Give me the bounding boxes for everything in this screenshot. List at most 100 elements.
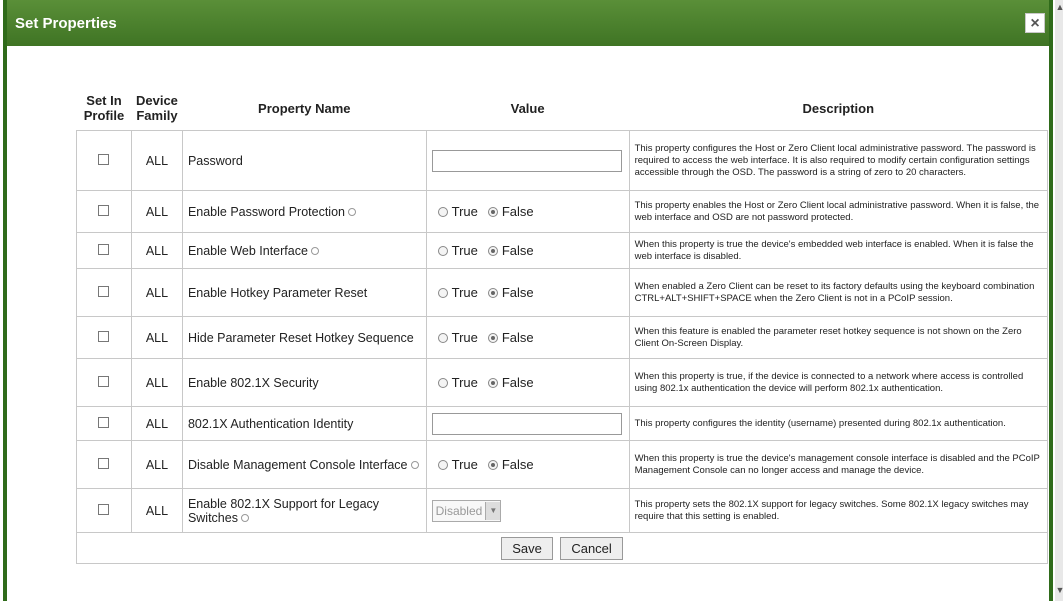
description-cell: This property configures the Host or Zer…: [628, 130, 1049, 191]
set-properties-dialog: Set Properties × Set In Profile Device Fam…: [3, 0, 1063, 601]
table-row: ALL Enable Password Protection True False Th…: [76, 190, 1049, 233]
table-row: ALL Enable Hotkey Parameter Reset True Fals…: [76, 268, 1049, 317]
property-name: Enable Hotkey Parameter Reset: [187, 285, 368, 300]
value-text-input[interactable]: [431, 412, 622, 435]
false-label: False: [501, 204, 534, 219]
dialog-titlebar: Set Properties ×: [7, 0, 1049, 46]
false-label: False: [501, 243, 534, 258]
header-property-name: Property Name: [258, 100, 351, 116]
device-family-cell: ALL: [130, 232, 183, 269]
close-icon[interactable]: ×: [1025, 13, 1045, 33]
true-false-radio-group: True False: [432, 457, 624, 472]
description-cell: When this property is true the device's …: [628, 232, 1049, 269]
description-cell: This property configures the identity (u…: [628, 406, 1049, 441]
description-cell: When this property is true, if the devic…: [628, 358, 1049, 407]
info-icon[interactable]: [410, 461, 419, 470]
set-in-profile-checkbox[interactable]: [98, 503, 110, 515]
true-radio[interactable]: [437, 377, 448, 388]
property-name-cell: Enable 802.1X Support for Legacy Switche…: [181, 488, 427, 533]
set-in-profile-checkbox[interactable]: [98, 243, 110, 255]
chevron-down-icon[interactable]: ▼: [485, 501, 501, 520]
value-cell: True False: [425, 358, 630, 407]
info-icon[interactable]: [347, 208, 356, 217]
set-in-profile-checkbox[interactable]: [98, 153, 110, 165]
device-family-cell: ALL: [130, 488, 183, 533]
value-cell: True False: [425, 232, 630, 269]
set-in-profile-cell: [76, 316, 132, 359]
property-name-cell: Enable 802.1X Security: [181, 358, 427, 407]
true-label: True: [451, 330, 478, 345]
false-radio[interactable]: [487, 287, 498, 298]
set-in-profile-cell: [76, 268, 132, 317]
true-label: True: [451, 243, 478, 258]
device-family-cell: ALL: [130, 130, 183, 191]
value-cell: [425, 406, 630, 441]
property-name: Enable Password Protection: [187, 204, 345, 219]
info-icon[interactable]: [240, 514, 249, 523]
set-in-profile-cell: [76, 232, 132, 269]
property-name-cell: Enable Password Protection: [181, 190, 427, 233]
footer-cell: Save Cancel: [76, 532, 1048, 564]
set-in-profile-cell: [76, 488, 132, 533]
set-in-profile-cell: [76, 190, 132, 233]
table-row: ALL Hide Parameter Reset Hotkey Sequence T…: [76, 316, 1049, 359]
header-set-in-profile: Set In Profile: [83, 93, 125, 123]
value-cell: Disabled ▼: [425, 488, 630, 533]
true-false-radio-group: True False: [432, 243, 624, 258]
table-row: ALL Disable Management Console Interface T…: [76, 440, 1049, 489]
table-header-row: Set In Profile Device Family Property Name…: [77, 86, 1048, 131]
set-in-profile-checkbox[interactable]: [98, 457, 110, 469]
legacy-switch-select[interactable]: Disabled ▼: [431, 499, 502, 522]
select-value: Disabled: [435, 503, 483, 518]
false-radio[interactable]: [487, 332, 498, 343]
footer-row: Save Cancel: [76, 532, 1048, 564]
table-row: ALL 802.1X Authentication Identity This pr…: [76, 406, 1049, 441]
set-in-profile-checkbox[interactable]: [98, 285, 110, 297]
property-name: 802.1X Authentication Identity: [187, 416, 354, 431]
true-radio[interactable]: [437, 287, 448, 298]
value-cell: True False: [425, 440, 630, 489]
description-cell: When this property is true the device's …: [628, 440, 1049, 489]
true-radio[interactable]: [437, 206, 448, 217]
property-name: Disable Management Console Interface: [187, 457, 408, 472]
true-label: True: [451, 285, 478, 300]
device-family-cell: ALL: [130, 440, 183, 489]
table-row: ALL Enable 802.1X Security True False When t…: [76, 358, 1049, 407]
set-in-profile-checkbox[interactable]: [98, 375, 110, 387]
set-in-profile-checkbox[interactable]: [98, 330, 110, 342]
false-radio[interactable]: [487, 245, 498, 256]
scroll-up-icon[interactable]: ▲: [1055, 0, 1063, 14]
true-radio[interactable]: [437, 459, 448, 470]
false-radio[interactable]: [487, 377, 498, 388]
true-label: True: [451, 204, 478, 219]
true-false-radio-group: True False: [432, 375, 624, 390]
device-family-cell: ALL: [130, 190, 183, 233]
save-button[interactable]: Save: [501, 536, 553, 560]
false-radio[interactable]: [487, 459, 498, 470]
info-icon[interactable]: [310, 247, 319, 256]
true-false-radio-group: True False: [432, 285, 624, 300]
false-radio[interactable]: [487, 206, 498, 217]
scroll-down-icon[interactable]: ▼: [1055, 583, 1063, 597]
false-label: False: [501, 285, 534, 300]
property-name-cell: Password: [181, 130, 427, 191]
value-cell: True False: [425, 190, 630, 233]
header-value: Value: [510, 100, 545, 116]
value-cell: [425, 130, 630, 191]
set-in-profile-checkbox[interactable]: [98, 204, 110, 216]
set-in-profile-checkbox[interactable]: [98, 416, 110, 428]
property-name: Hide Parameter Reset Hotkey Sequence: [187, 330, 414, 345]
cancel-button[interactable]: Cancel: [560, 536, 623, 560]
set-in-profile-cell: [76, 440, 132, 489]
property-name-cell: Disable Management Console Interface: [181, 440, 427, 489]
value-cell: True False: [425, 268, 630, 317]
header-description: Description: [802, 100, 875, 116]
vertical-scrollbar[interactable]: ▲ ▼: [1055, 0, 1063, 601]
description-cell: This property enables the Host or Zero C…: [628, 190, 1049, 233]
header-device-family: Device Family: [135, 93, 178, 123]
value-text-input[interactable]: [431, 149, 622, 172]
set-in-profile-cell: [76, 358, 132, 407]
property-name: Enable Web Interface: [187, 243, 308, 258]
true-radio[interactable]: [437, 332, 448, 343]
true-radio[interactable]: [437, 245, 448, 256]
